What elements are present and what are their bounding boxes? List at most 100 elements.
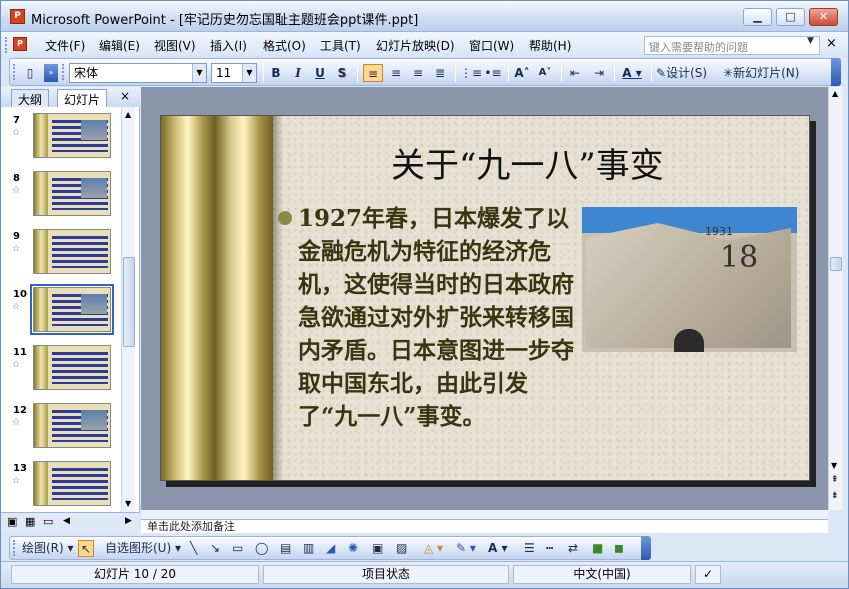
chevron-down-icon[interactable]: ▼: [192, 64, 206, 82]
scroll-left-icon[interactable]: ◀: [63, 516, 70, 526]
menu-insert[interactable]: 插入(I): [210, 37, 247, 54]
menu-slideshow[interactable]: 幻灯片放映(D): [376, 37, 455, 54]
decrease-font-icon[interactable]: A˅: [536, 64, 554, 82]
slideshow-view-icon[interactable]: ▭: [43, 515, 53, 528]
tab-outline[interactable]: 大纲: [11, 89, 50, 107]
underline-button[interactable]: U: [312, 64, 328, 82]
increase-font-icon[interactable]: A˄: [513, 64, 531, 82]
scroll-thumb[interactable]: [830, 257, 842, 271]
toolbar-grip[interactable]: [13, 64, 17, 80]
previous-slide-icon[interactable]: ⇞: [831, 475, 839, 485]
justify-button[interactable]: ≣: [431, 64, 449, 82]
slide-thumbnail[interactable]: [33, 403, 111, 448]
slide-thumbnail[interactable]: [33, 345, 111, 390]
wordart-icon[interactable]: ◢: [326, 540, 335, 557]
autoshapes-button[interactable]: 自选图形(U) ▾: [105, 540, 181, 557]
slide-thumbnail-item[interactable]: 11 ☆: [1, 345, 121, 399]
arrow-icon[interactable]: ↘: [210, 540, 220, 557]
diagram-icon[interactable]: ✺: [348, 540, 358, 557]
next-slide-icon[interactable]: ⇟: [831, 491, 839, 501]
new-document-icon[interactable]: ▯: [22, 64, 38, 82]
slide-thumbnail-item[interactable]: 13 ☆: [1, 461, 121, 512]
line-style-icon[interactable]: ☰: [524, 540, 535, 557]
current-slide[interactable]: 关于“九一八”事变 1927年春，日本爆发了以金融危机为特征的经济危机，这使得当…: [160, 115, 810, 481]
vertical-textbox-icon[interactable]: ▥: [303, 540, 314, 557]
numbering-icon[interactable]: ⋮≡: [460, 64, 482, 82]
oval-icon[interactable]: ◯: [255, 540, 268, 557]
slide-sorter-icon[interactable]: ▦: [25, 515, 35, 528]
rectangle-icon[interactable]: ▭: [232, 540, 243, 557]
align-center-button[interactable]: ≡: [387, 64, 405, 82]
toolbar-options-icon[interactable]: [641, 536, 651, 560]
slide-scrollbar[interactable]: ▲ ▼ ⇞ ⇟: [828, 87, 843, 510]
menu-edit[interactable]: 编辑(E): [99, 37, 140, 54]
slide-thumbnail[interactable]: [33, 229, 111, 274]
slide-thumbnail-item[interactable]: 9 ☆: [1, 229, 121, 283]
help-search-input[interactable]: 键入需要帮助的问题: [644, 36, 820, 55]
design-button[interactable]: ✎设计(S): [656, 64, 720, 82]
menu-grip[interactable]: [5, 37, 9, 53]
textbox-icon[interactable]: ▤: [280, 540, 291, 557]
horizontal-scrollbar[interactable]: [141, 510, 828, 519]
new-slide-button[interactable]: ✳新幻灯片(N): [723, 64, 819, 82]
clipart-icon[interactable]: ▣: [372, 540, 383, 557]
slide-body-text[interactable]: 1927年春，日本爆发了以金融危机为特征的经济危机，这使得当时的日本政府急欲通过…: [298, 202, 578, 433]
powerpoint-icon[interactable]: P: [10, 9, 25, 24]
picture-icon[interactable]: ▨: [396, 540, 407, 557]
memorial-photo[interactable]: 1931 18: [582, 207, 797, 352]
arrow-style-icon[interactable]: ⇄: [568, 540, 578, 557]
increase-indent-icon[interactable]: ⇥: [590, 64, 608, 82]
chevron-down-icon[interactable]: ▼: [807, 36, 814, 46]
scroll-down-icon[interactable]: ▼: [125, 499, 131, 508]
scroll-down-icon[interactable]: ▼: [831, 461, 837, 470]
maximize-button[interactable]: □: [776, 8, 805, 26]
font-size-select[interactable]: 11 ▼: [211, 63, 257, 83]
toolbar-options-icon[interactable]: »: [44, 64, 58, 82]
scroll-right-icon[interactable]: ▶: [125, 516, 132, 526]
spelling-check-icon[interactable]: ✓: [695, 565, 721, 584]
slide-thumbnail[interactable]: [33, 113, 111, 158]
font-color-icon[interactable]: A ▾: [619, 64, 645, 82]
slide-thumbnail[interactable]: [33, 461, 111, 506]
select-pointer-icon[interactable]: ↖: [78, 540, 94, 557]
align-right-button[interactable]: ≡: [409, 64, 427, 82]
menu-format[interactable]: 格式(O): [263, 37, 306, 54]
slide-title[interactable]: 关于“九一八”事变: [391, 138, 664, 187]
toolbar-grip-2[interactable]: [62, 64, 66, 80]
align-left-button[interactable]: ≡: [363, 64, 383, 82]
dash-style-icon[interactable]: ┅: [546, 540, 553, 557]
shadow-button[interactable]: S: [334, 64, 350, 82]
menu-file[interactable]: 文件(F): [45, 37, 85, 54]
shadow-style-icon[interactable]: ■: [592, 540, 603, 557]
panel-close-icon[interactable]: ×: [120, 89, 130, 103]
slide-thumbnail-item[interactable]: 7 ☆: [1, 113, 121, 167]
bold-button[interactable]: B: [268, 64, 284, 82]
document-icon[interactable]: P: [13, 37, 27, 51]
close-button[interactable]: ✕: [809, 8, 838, 26]
fill-color-icon[interactable]: ◬ ▾: [424, 540, 443, 557]
font-name-select[interactable]: 宋体 ▼: [69, 63, 207, 83]
line-icon[interactable]: ╲: [190, 540, 197, 557]
slide-thumbnail[interactable]: [33, 171, 111, 216]
decrease-indent-icon[interactable]: ⇤: [566, 64, 584, 82]
menu-window[interactable]: 窗口(W): [469, 37, 514, 54]
menu-help[interactable]: 帮助(H): [529, 37, 571, 54]
italic-button[interactable]: I: [290, 64, 306, 82]
document-close-button[interactable]: ×: [826, 36, 837, 51]
font-color-draw-icon[interactable]: A ▾: [488, 540, 508, 557]
scroll-thumb[interactable]: [123, 257, 135, 347]
chevron-down-icon[interactable]: ▼: [242, 64, 256, 82]
scroll-up-icon[interactable]: ▲: [125, 110, 131, 119]
slide-thumbnail-item[interactable]: 10 ☆: [1, 284, 121, 341]
scroll-up-icon[interactable]: ▲: [832, 89, 838, 98]
slide-thumbnail[interactable]: [30, 284, 114, 335]
minimize-button[interactable]: ▁: [743, 8, 772, 26]
tab-slides[interactable]: 幻灯片: [57, 89, 108, 107]
toolbar-grip[interactable]: [13, 540, 17, 556]
draw-menu-button[interactable]: 绘图(R) ▾: [22, 540, 74, 557]
notes-field[interactable]: 单击此处添加备注: [141, 519, 828, 533]
menu-tools[interactable]: 工具(T): [320, 37, 361, 54]
line-color-icon[interactable]: ✎ ▾: [456, 540, 476, 557]
toolbar-options-icon[interactable]: [831, 58, 841, 86]
thumbnail-scrollbar[interactable]: ▲ ▼: [121, 107, 135, 512]
